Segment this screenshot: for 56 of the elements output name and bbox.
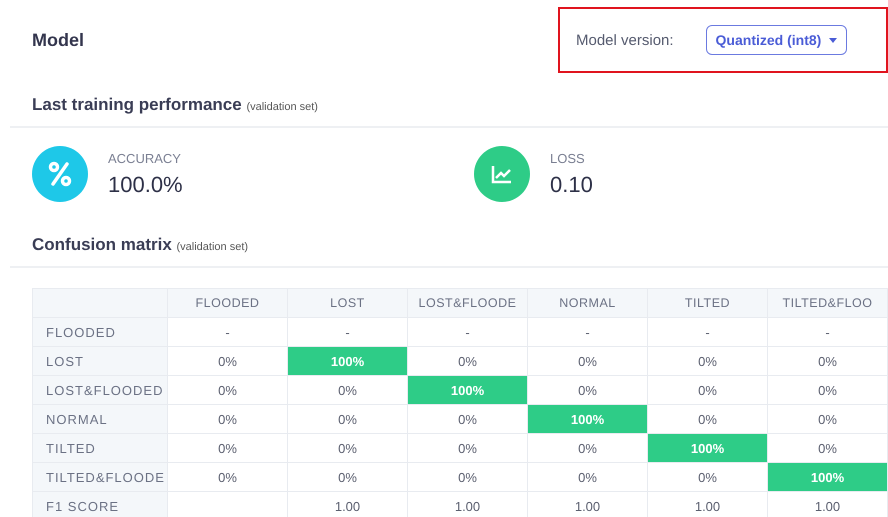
- metric-label: ACCURACY: [108, 150, 182, 166]
- row-header: TILTED&FLOODE: [32, 462, 168, 492]
- row-header: NORMAL: [32, 404, 168, 434]
- table-cell: 0%: [408, 434, 528, 462]
- table-cell: 0%: [528, 346, 648, 376]
- row-header: LOST: [32, 346, 168, 376]
- table-cell: -: [408, 318, 528, 346]
- table-cell: 0%: [288, 404, 408, 434]
- column-header: TILTED&FLOO: [768, 288, 888, 318]
- metric-label: LOSS: [550, 150, 586, 166]
- row-header: FLOODED: [32, 318, 168, 346]
- table-cell: 100%: [648, 434, 768, 462]
- metric-value: 100.0%: [108, 172, 183, 198]
- section-title: Last training performance (validation set): [31, 94, 319, 116]
- row-header: LOST&FLOODED: [32, 376, 168, 404]
- column-header: LOST&FLOODE: [408, 288, 528, 318]
- percent-icon: [32, 146, 88, 202]
- table-cell: 100%: [408, 376, 528, 404]
- table-cell: 100%: [288, 346, 408, 376]
- model-version-dropdown[interactable]: Quantized (int8): [706, 25, 848, 55]
- table-cell: 0%: [168, 404, 288, 434]
- table-cell: 100%: [768, 462, 888, 492]
- table-cell: 0%: [288, 434, 408, 462]
- table-cell: 0%: [408, 404, 528, 434]
- table-cell: 0%: [408, 462, 528, 492]
- table-cell: 0%: [768, 346, 888, 376]
- model-version-label: Model version:: [576, 32, 674, 48]
- row-header: F1 SCORE: [32, 492, 168, 517]
- table-cell: 0%: [528, 434, 648, 462]
- table-cell: 0%: [168, 376, 288, 404]
- table-cell: 0%: [768, 404, 888, 434]
- table-cell: 0%: [288, 376, 408, 404]
- row-header: TILTED: [32, 434, 168, 462]
- caret-icon: [829, 38, 838, 42]
- table-cell: 0%: [528, 462, 648, 492]
- table-cell: 0%: [288, 462, 408, 492]
- metric-value: 0.10: [550, 172, 593, 198]
- table-cell: 0%: [648, 376, 768, 404]
- chart-icon: [474, 146, 530, 202]
- table-cell: -: [168, 318, 288, 346]
- section-title: Confusion matrix (validation set): [31, 234, 250, 256]
- table-cell: -: [768, 318, 888, 346]
- column-header: FLOODED: [168, 288, 288, 318]
- table-cell: 0%: [168, 346, 288, 376]
- table-cell: 0%: [768, 376, 888, 404]
- table-cell: 100%: [528, 404, 648, 434]
- table-cell: 0%: [648, 346, 768, 376]
- column-header: NORMAL: [528, 288, 648, 318]
- column-header: TILTED: [648, 288, 768, 318]
- page-title: Model: [32, 30, 84, 50]
- table-cell: 0%: [168, 434, 288, 462]
- table-cell: -: [648, 318, 768, 346]
- table-cell: 0%: [168, 462, 288, 492]
- table-cell: 0%: [648, 462, 768, 492]
- table-cell: -: [528, 318, 648, 346]
- column-header: LOST: [288, 288, 408, 318]
